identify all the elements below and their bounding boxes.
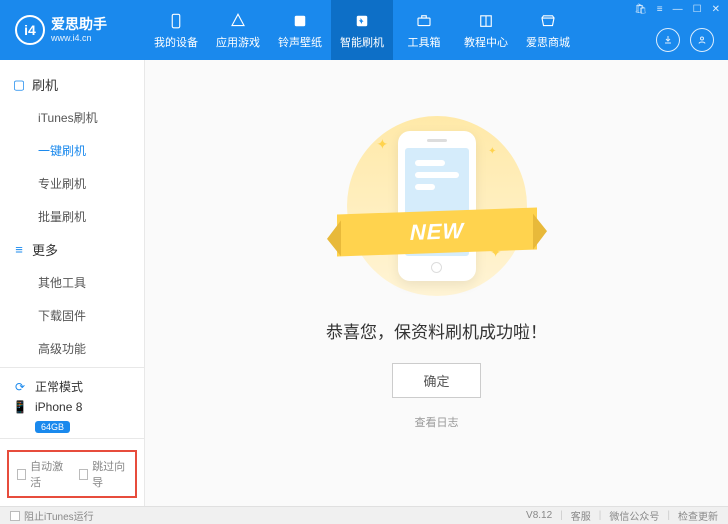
update-link[interactable]: 检查更新: [678, 508, 718, 523]
user-icon[interactable]: [690, 28, 714, 52]
nav-tab-tutorial[interactable]: 教程中心: [455, 0, 517, 60]
phone-small-icon: 📱: [12, 399, 28, 415]
sidebar-item-batch[interactable]: 批量刷机: [0, 200, 144, 233]
nav-label: 智能刷机: [340, 34, 384, 50]
mode-row[interactable]: ⟳ 正常模式: [12, 378, 132, 395]
list-icon: ≡: [12, 242, 26, 257]
status-bar: 阻止iTunes运行 V8.12 | 客服 | 微信公众号 | 检查更新: [0, 506, 728, 524]
nav-label: 应用游戏: [216, 34, 260, 50]
cart-icon[interactable]: 🛍: [634, 4, 647, 15]
checkbox-icon[interactable]: [10, 511, 20, 521]
flash-icon: [352, 11, 372, 31]
support-link[interactable]: 客服: [571, 508, 591, 523]
logo-icon: i4: [15, 15, 45, 45]
block-itunes-option[interactable]: 阻止iTunes运行: [10, 508, 94, 523]
device-status: ⟳ 正常模式 📱 iPhone 8 64GB: [0, 367, 144, 438]
window-controls: 🛍 ≡ — ☐ ✕: [634, 4, 720, 15]
phone-icon: [166, 11, 186, 31]
sidebar-item-oneclick[interactable]: 一键刷机: [0, 134, 144, 167]
cat-label: 更多: [32, 240, 58, 259]
nav-tab-flash[interactable]: 智能刷机: [331, 0, 393, 60]
main-panel: ✦ ✦ ✦ NEW 恭喜您，保资料刷机成功啦！ 确定 查看日: [145, 60, 728, 506]
media-icon: [290, 11, 310, 31]
new-ribbon: NEW: [337, 208, 537, 257]
success-message: 恭喜您，保资料刷机成功啦！: [326, 318, 547, 343]
checkbox-icon[interactable]: [79, 469, 88, 480]
toolbox-icon: [414, 11, 434, 31]
nav-tab-shop[interactable]: 爱思商城: [517, 0, 579, 60]
close-icon[interactable]: ✕: [712, 4, 720, 15]
app-name: 爱思助手: [51, 16, 107, 33]
option-label: 自动激活: [30, 458, 65, 490]
app-url: www.i4.cn: [51, 33, 107, 44]
nav-label: 爱思商城: [526, 34, 570, 50]
options-highlight: 自动激活 跳过向导: [7, 450, 137, 498]
shop-icon: [538, 11, 558, 31]
nav-tabs: 我的设备 应用游戏 铃声壁纸 智能刷机 工具箱 教程中心 爱思商城: [145, 0, 579, 60]
option-label: 阻止iTunes运行: [24, 508, 94, 523]
refresh-icon: ⟳: [12, 379, 28, 395]
version-label: V8.12: [526, 510, 552, 521]
phone-graphic: [398, 131, 476, 281]
menu-icon[interactable]: ≡: [657, 4, 663, 15]
download-icon[interactable]: [656, 28, 680, 52]
auto-activate-option[interactable]: 自动激活: [17, 458, 65, 490]
device-icon: ▢: [12, 77, 26, 93]
wechat-link[interactable]: 微信公众号: [609, 508, 659, 523]
nav-label: 铃声壁纸: [278, 34, 322, 50]
app-header: i4 爱思助手 www.i4.cn 我的设备 应用游戏 铃声壁纸 智能刷机 工具…: [0, 0, 728, 60]
success-illustration: ✦ ✦ ✦ NEW: [347, 116, 527, 296]
nav-tab-tools[interactable]: 工具箱: [393, 0, 455, 60]
sidebar-cat-flash[interactable]: ▢ 刷机: [0, 68, 144, 101]
view-log-link[interactable]: 查看日志: [415, 414, 459, 430]
device-label: iPhone 8: [35, 400, 82, 414]
sidebar: ▢ 刷机 iTunes刷机 一键刷机 专业刷机 批量刷机 ≡ 更多 其他工具 下…: [0, 60, 145, 506]
ok-button[interactable]: 确定: [392, 363, 480, 398]
skip-wizard-option[interactable]: 跳过向导: [79, 458, 127, 490]
sidebar-item-download[interactable]: 下载固件: [0, 299, 144, 332]
ribbon-text: NEW: [409, 218, 463, 246]
logo-area: i4 爱思助手 www.i4.cn: [0, 15, 145, 45]
apps-icon: [228, 11, 248, 31]
cat-label: 刷机: [32, 75, 58, 94]
nav-label: 我的设备: [154, 34, 198, 50]
sidebar-cat-more[interactable]: ≡ 更多: [0, 233, 144, 266]
sidebar-item-pro[interactable]: 专业刷机: [0, 167, 144, 200]
nav-tab-apps[interactable]: 应用游戏: [207, 0, 269, 60]
device-row[interactable]: 📱 iPhone 8: [12, 399, 132, 415]
minimize-icon[interactable]: —: [673, 4, 683, 15]
book-icon: [476, 11, 496, 31]
nav-tab-media[interactable]: 铃声壁纸: [269, 0, 331, 60]
storage-badge: 64GB: [35, 421, 70, 433]
sidebar-item-tools[interactable]: 其他工具: [0, 266, 144, 299]
sidebar-item-advanced[interactable]: 高级功能: [0, 332, 144, 365]
nav-tab-device[interactable]: 我的设备: [145, 0, 207, 60]
sidebar-item-itunes[interactable]: iTunes刷机: [0, 101, 144, 134]
mode-label: 正常模式: [35, 378, 83, 395]
checkbox-icon[interactable]: [17, 469, 26, 480]
maximize-icon[interactable]: ☐: [693, 4, 702, 15]
nav-label: 工具箱: [408, 34, 441, 50]
nav-label: 教程中心: [464, 34, 508, 50]
option-label: 跳过向导: [92, 458, 127, 490]
